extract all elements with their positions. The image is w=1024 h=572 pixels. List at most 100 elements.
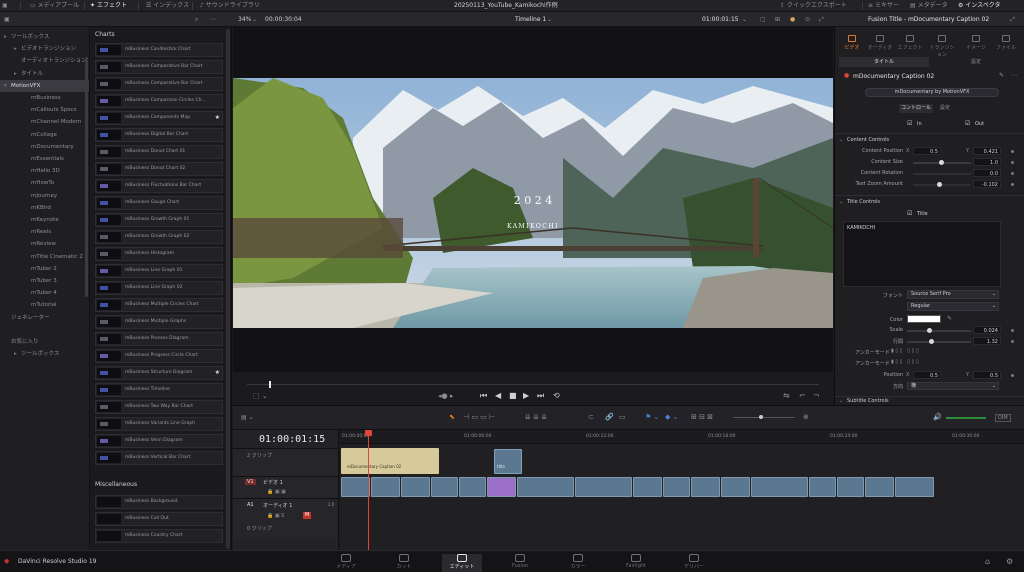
tree-item[interactable]: mHello 3D: [0, 165, 89, 177]
content-size-slider[interactable]: [913, 160, 971, 165]
keyframe-icon[interactable]: [1011, 374, 1014, 377]
timeline-chevron-icon[interactable]: ⌄: [547, 15, 552, 24]
tree-item[interactable]: mEssentials: [0, 153, 89, 165]
effect-item[interactable]: mBusiness Call Out: [95, 512, 223, 526]
tree-scrollbar[interactable]: [85, 57, 88, 297]
video-clip[interactable]: [517, 477, 574, 497]
video-clip[interactable]: [865, 477, 894, 497]
tree-item[interactable]: mKeynote: [0, 214, 89, 226]
library-scrollbar[interactable]: [226, 29, 230, 549]
effect-item[interactable]: mBusiness Growth Graph 01: [95, 213, 223, 227]
keyframe-icon[interactable]: [1011, 183, 1014, 186]
spacing-field[interactable]: 1.32: [973, 337, 1001, 345]
scale-slider[interactable]: [907, 328, 971, 333]
anchor-v-icons[interactable]: ▮ ▯ ▯ ▯ ▯ ▯: [891, 359, 919, 365]
home-icon[interactable]: ⌂: [985, 557, 990, 566]
collapse-chevron-icon[interactable]: ⌄: [839, 137, 843, 143]
scrub-playhead[interactable]: [269, 381, 271, 388]
color-swatch[interactable]: [907, 315, 941, 323]
effect-item[interactable]: mBusiness Timeline: [95, 383, 223, 397]
zoom-icons[interactable]: ⊞ ⊟ ⊠: [691, 413, 713, 421]
control-tab-controls[interactable]: コントロール: [899, 104, 933, 113]
inspector-tab-video[interactable]: ビデオ: [839, 35, 865, 57]
page-tab[interactable]: デリバー: [674, 554, 714, 570]
dim-button[interactable]: DIM: [995, 414, 1011, 422]
video-clip[interactable]: [691, 477, 720, 497]
video-clip[interactable]: [401, 477, 430, 497]
effect-item[interactable]: mBusiness Multiple Circles Chart: [95, 298, 223, 312]
video-clip[interactable]: [371, 477, 400, 497]
keyframe-icon[interactable]: [1011, 150, 1014, 153]
content-position-y-field[interactable]: 0.421: [973, 147, 1001, 155]
zoom-chevron-icon[interactable]: ⌄: [252, 15, 257, 24]
video-clip[interactable]: [751, 477, 808, 497]
fullscreen-icon[interactable]: ⤢: [819, 15, 824, 24]
tree-item[interactable]: mCallouts Specs: [0, 104, 89, 116]
effect-item[interactable]: mBusiness Comparative Bar Chart: [95, 60, 223, 74]
font-family-select[interactable]: Source Serif Pro ⌄: [907, 290, 999, 299]
color-icon[interactable]: ●: [790, 15, 795, 24]
keyframe-icon[interactable]: [1011, 172, 1014, 175]
go-to-start-icon[interactable]: ⏮: [480, 391, 487, 401]
page-tab[interactable]: メディア: [326, 554, 366, 570]
tree-item[interactable]: [0, 324, 89, 336]
tree-item[interactable]: mKBird: [0, 202, 89, 214]
effect-item[interactable]: mBusiness Line Graph 01: [95, 264, 223, 278]
effect-item[interactable]: mBusiness Candlestick Chart: [95, 43, 223, 57]
font-style-select[interactable]: Regular ⌄: [907, 302, 999, 311]
tab-index[interactable]: ☰ インデックス: [146, 1, 189, 11]
content-rotation-slider[interactable]: [913, 173, 971, 175]
video-clip[interactable]: [809, 477, 836, 497]
playhead-line[interactable]: [368, 430, 369, 550]
link-icon[interactable]: 🔗: [605, 413, 614, 421]
inspector-tab-file[interactable]: ファイル: [993, 35, 1019, 57]
tab-effects[interactable]: ✦ エフェクト: [90, 1, 127, 11]
viewer-mode-menu-icon[interactable]: ⬚ ⌄: [253, 392, 268, 400]
video-clip[interactable]: [459, 477, 486, 497]
favorite-star-icon[interactable]: ★: [215, 112, 220, 124]
tree-item[interactable]: mChannel Modern: [0, 116, 89, 128]
options-icon[interactable]: ⋯: [210, 15, 216, 24]
video-clip[interactable]: [721, 477, 750, 497]
effect-item[interactable]: mBusiness Components Map ★: [95, 111, 223, 125]
effect-item[interactable]: mBusiness Multiple Graphs: [95, 315, 223, 329]
collapse-chevron-icon[interactable]: ⌄: [839, 199, 843, 205]
video-clip[interactable]: [633, 477, 662, 497]
page-tab[interactable]: Fairlight: [616, 554, 656, 569]
tree-item[interactable]: mDocumentary: [0, 141, 89, 153]
inspector-tab-effects[interactable]: エフェクト: [897, 35, 923, 57]
keyframe-icon[interactable]: [1011, 329, 1014, 332]
content-rotation-field[interactable]: 0.0: [973, 169, 1001, 177]
tree-item[interactable]: mTitle Cinematic 2: [0, 251, 89, 263]
video-clip[interactable]: [837, 477, 864, 497]
effect-item[interactable]: mBusiness Histogram: [95, 247, 223, 261]
edit-tools-icons[interactable]: ⇊ ⇊ ⇊: [525, 413, 547, 421]
tab-sound-library[interactable]: ♪ サウンドライブラリ: [200, 1, 260, 11]
loop-icon[interactable]: ⟲: [553, 391, 560, 400]
track-id-v1[interactable]: V1: [245, 479, 256, 485]
inspector-tab-transition[interactable]: トランジション: [929, 35, 955, 58]
direction-select[interactable]: 横 ⌄: [907, 382, 999, 390]
more-icon[interactable]: ⋯: [1011, 72, 1017, 79]
stop-icon[interactable]: ■: [509, 391, 517, 400]
overlay-icon[interactable]: ⊙: [805, 15, 810, 24]
tree-item[interactable]: mCollage: [0, 129, 89, 141]
timeline-zoom-slider[interactable]: [733, 415, 795, 419]
scrub-bar[interactable]: [247, 384, 819, 385]
effect-item[interactable]: mBusiness Comparative Bar Chart: [95, 77, 223, 91]
tab-media-pool[interactable]: ▭ メディアプール: [30, 1, 79, 11]
text-zoom-slider[interactable]: [913, 182, 971, 187]
keyframe-icon[interactable]: [1011, 340, 1014, 343]
video-clip[interactable]: [895, 477, 934, 497]
effect-item[interactable]: mBusiness Background: [95, 495, 223, 509]
scale-field[interactable]: 0.024: [973, 326, 1001, 334]
effect-item[interactable]: mBusiness Country Chart: [95, 529, 223, 543]
page-tab[interactable]: Fusion: [500, 554, 540, 569]
spacing-slider[interactable]: [907, 339, 971, 344]
tree-item[interactable]: mReels: [0, 226, 89, 238]
tree-item[interactable]: ▸ ビデオトランジション: [0, 43, 89, 55]
video-clip[interactable]: [663, 477, 690, 497]
tree-item[interactable]: mTutorial: [0, 299, 89, 311]
effect-item[interactable]: mBusiness Venn Diagram: [95, 434, 223, 448]
tab-mixer[interactable]: ≡ ミキサー: [868, 1, 899, 11]
